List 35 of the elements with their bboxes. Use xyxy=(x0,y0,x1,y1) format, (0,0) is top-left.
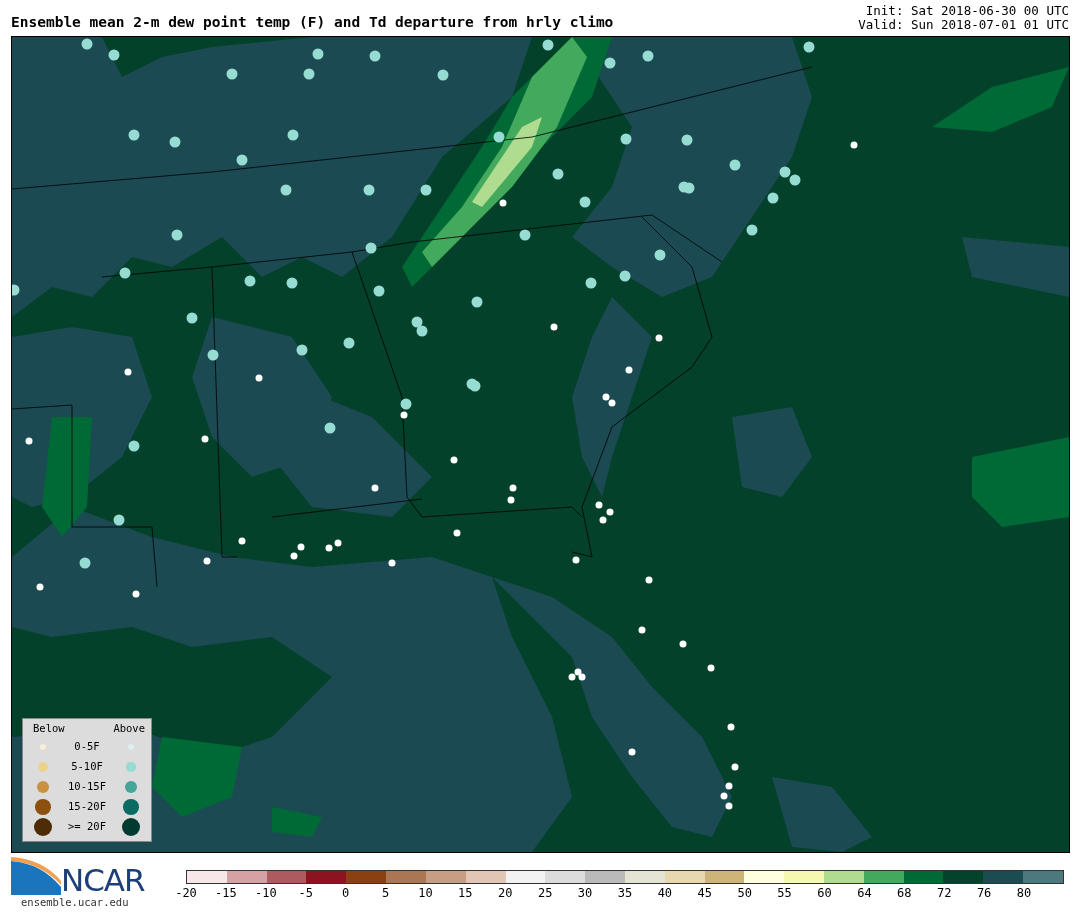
scale-tick-label: 15 xyxy=(458,885,473,902)
scale-tick-label: 68 xyxy=(897,885,912,902)
legend-label: 10-15F xyxy=(68,779,106,795)
logo-swoosh-icon xyxy=(11,857,61,895)
legend-label: 5-10F xyxy=(71,759,103,775)
scale-tick-label: 0 xyxy=(342,885,350,902)
logo-text: NCAR xyxy=(61,865,145,895)
scale-tick-label: 20 xyxy=(498,885,513,902)
legend-header: Above xyxy=(112,721,145,737)
valid-time-text: Valid: Sun 2018-07-01 01 UTC xyxy=(858,18,1069,32)
scale-tick-label: 30 xyxy=(577,885,593,902)
scale-tick-label: 50 xyxy=(737,885,752,902)
scale-tick-label: 80 xyxy=(1016,885,1032,902)
site-url: ensemble.ucar.edu xyxy=(21,895,130,910)
scale-tick-label: 5 xyxy=(381,885,390,902)
legend-label: 15-20F xyxy=(68,799,106,815)
scale-tick-label: -5 xyxy=(298,885,313,902)
scale-tick-label: 72 xyxy=(937,885,952,902)
scale-tick-label: 25 xyxy=(537,885,553,902)
scale-tick-label: 40 xyxy=(657,885,673,902)
scale-tick-label: 64 xyxy=(857,885,872,902)
legend-label: >= 20F xyxy=(68,819,106,835)
scale-tick-label: 35 xyxy=(617,885,633,902)
scale-tick-label: 76 xyxy=(976,885,992,902)
scale-tick-label: 45 xyxy=(697,885,712,902)
init-time-text: Init: Sat 2018-06-30 00 UTC xyxy=(864,4,1069,18)
scale-tick-label: -20 xyxy=(175,885,197,902)
scale-tick-label: -10 xyxy=(254,885,277,902)
chart-title: Ensemble mean 2-m dew point temp (F) and Td departure from hrly climo xyxy=(11,13,614,32)
scale-tick-label: 60 xyxy=(817,885,832,902)
legend-label: 0-5F xyxy=(74,739,100,755)
legend-header: Below xyxy=(32,721,66,737)
scale-tick-label: 55 xyxy=(777,885,792,902)
scale-tick-label: -15 xyxy=(215,885,237,902)
scale-tick-label: 10 xyxy=(418,885,433,902)
